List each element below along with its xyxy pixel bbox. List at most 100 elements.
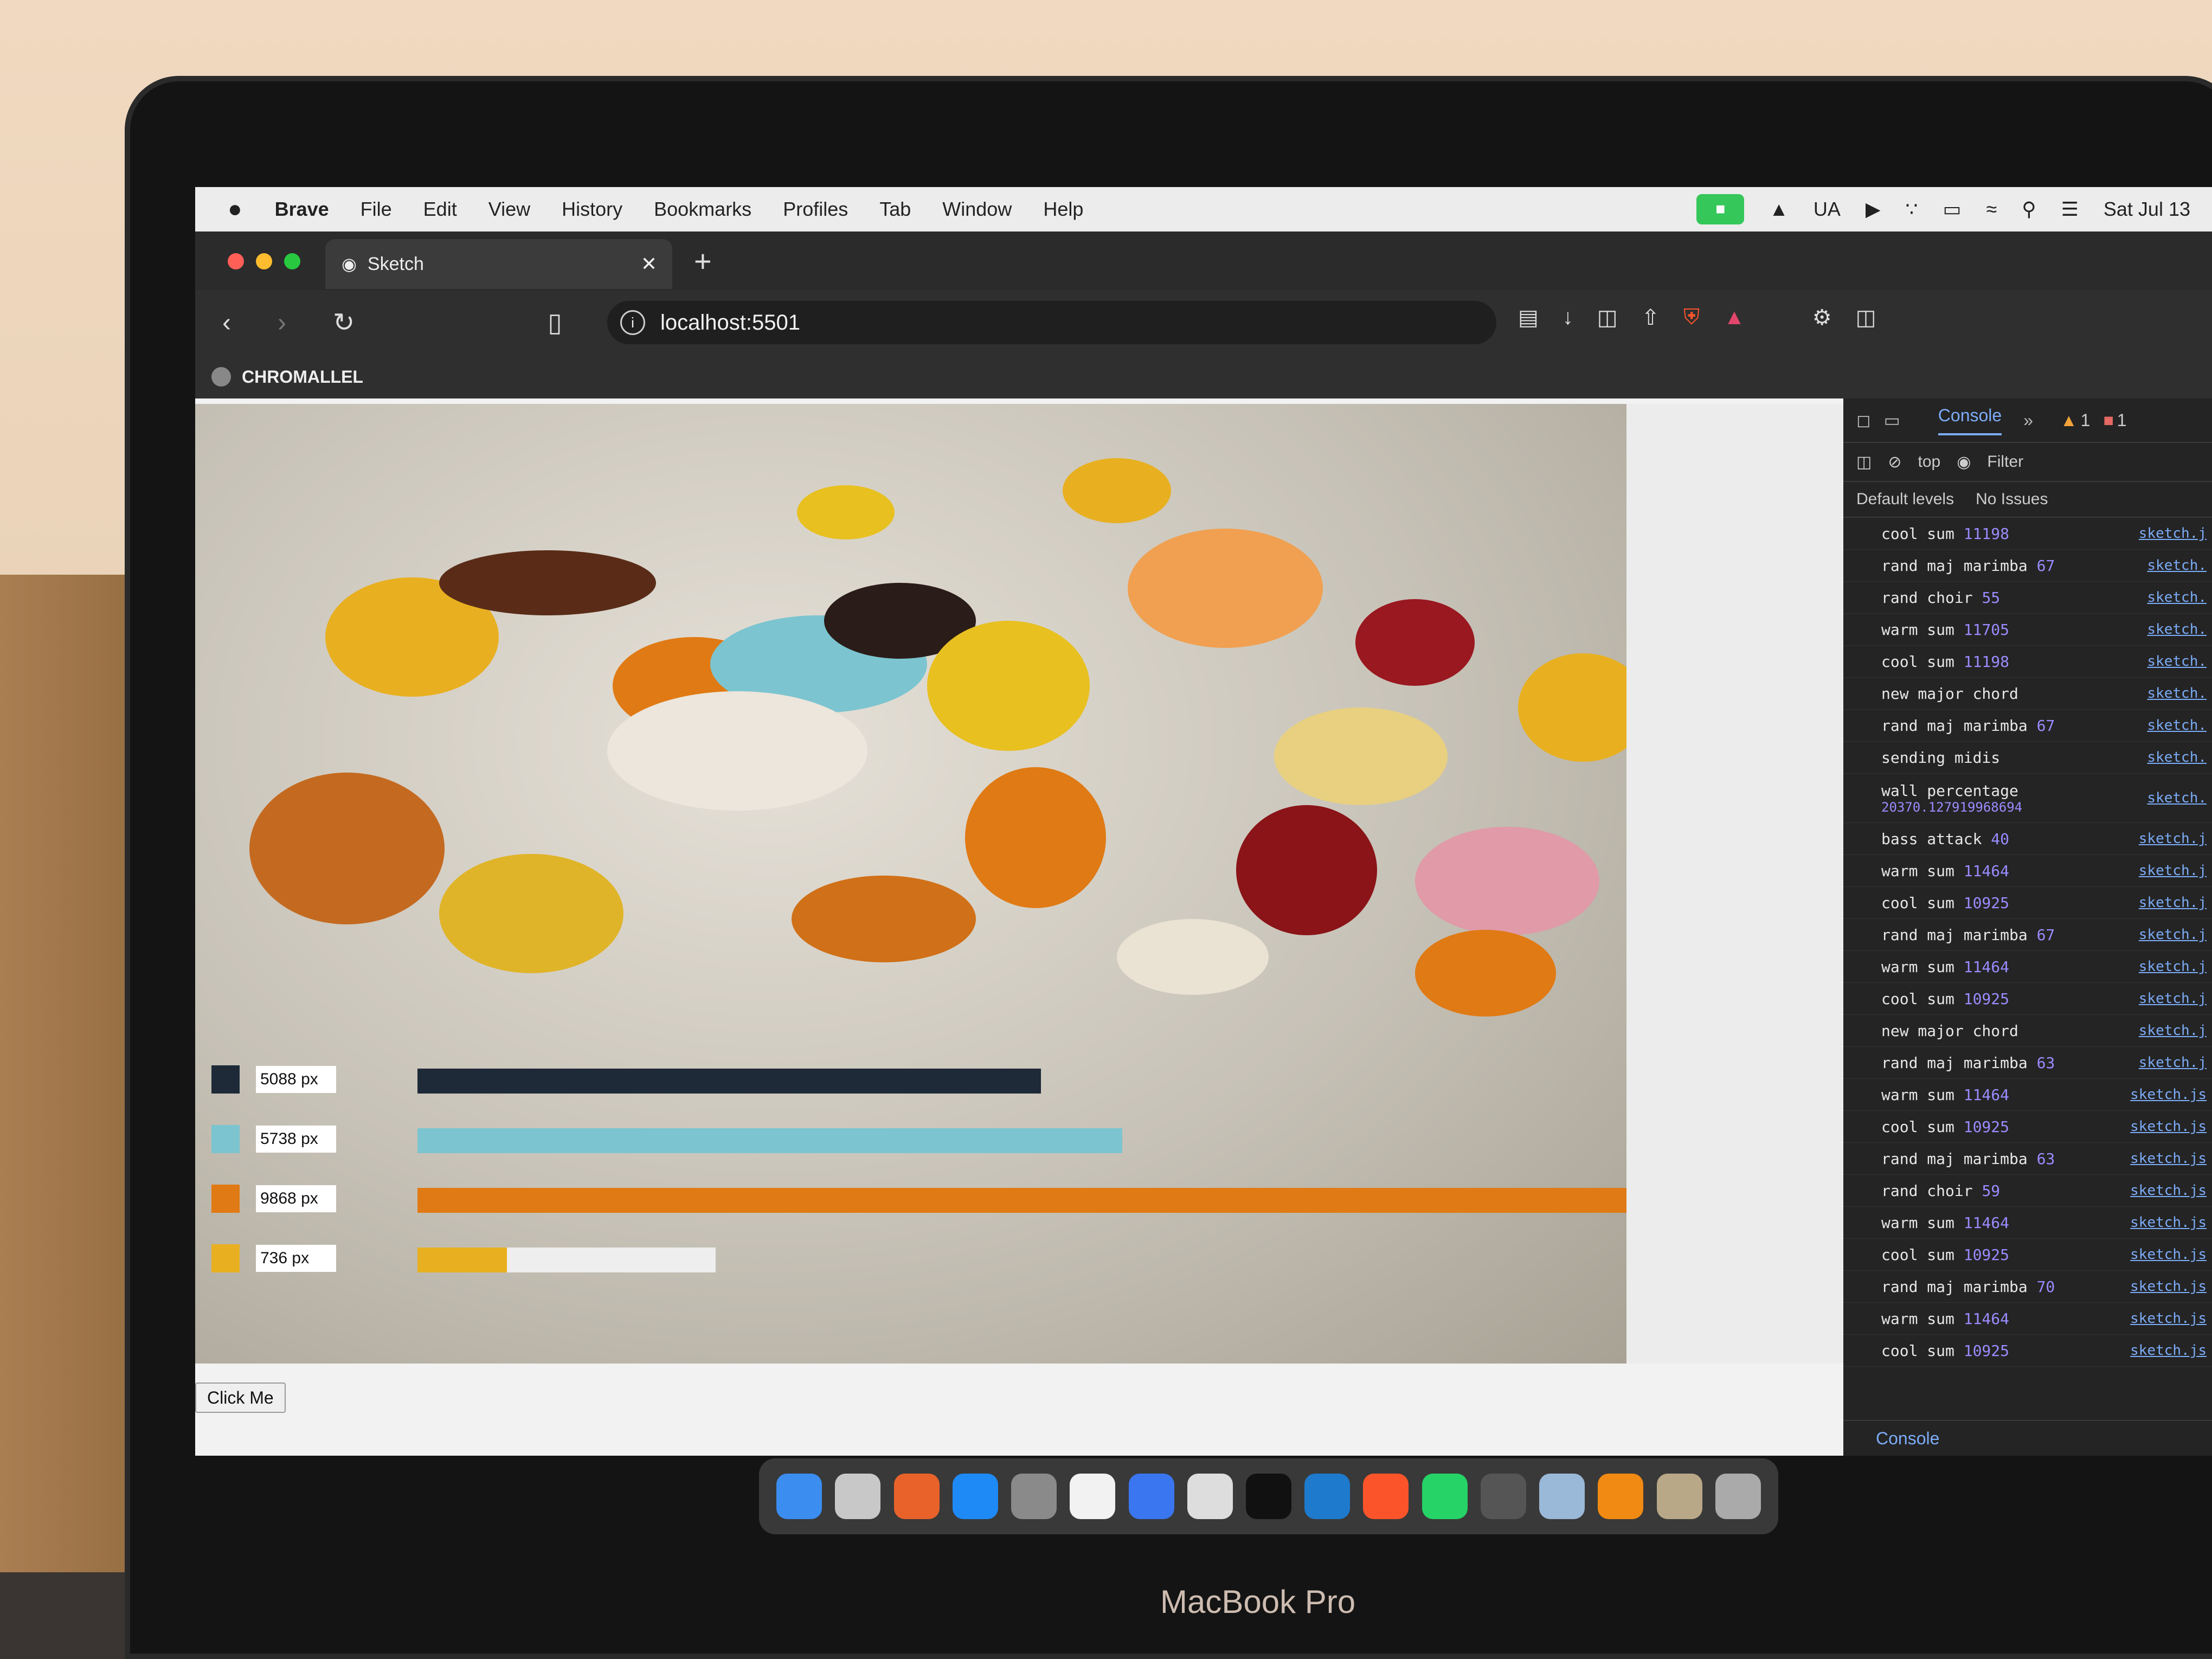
- log-source-link[interactable]: sketch.js: [2130, 1182, 2207, 1199]
- battery-icon[interactable]: ▭: [1943, 198, 1961, 221]
- menu-tab[interactable]: Tab: [879, 198, 911, 221]
- log-source-link[interactable]: sketch.: [2147, 749, 2207, 766]
- play-icon[interactable]: ▶: [1866, 198, 1881, 221]
- device-toggle-icon[interactable]: ▭: [1884, 410, 1900, 430]
- menu-view[interactable]: View: [488, 198, 530, 221]
- menu-bookmarks[interactable]: Bookmarks: [654, 198, 751, 221]
- apple-menu-icon[interactable]: ●: [228, 196, 242, 223]
- brave-shields-icon[interactable]: ⛨: [1683, 305, 1700, 330]
- log-source-link[interactable]: sketch.js: [2130, 1246, 2207, 1263]
- log-source-link[interactable]: sketch.j: [2139, 927, 2207, 943]
- terminal-icon[interactable]: [1245, 1474, 1291, 1519]
- click-me-button[interactable]: Click Me: [195, 1382, 286, 1413]
- menu-help[interactable]: Help: [1043, 198, 1083, 221]
- log-source-link[interactable]: sketch.: [2147, 717, 2207, 734]
- tab-sketch[interactable]: ◉ Sketch ✕: [325, 239, 672, 289]
- sidebar-icon[interactable]: ◫: [1856, 305, 1876, 330]
- log-source-link[interactable]: sketch.js: [2130, 1278, 2207, 1295]
- search-icon[interactable]: ⚲: [2022, 198, 2036, 221]
- filter-input[interactable]: Filter: [1987, 453, 2023, 471]
- brave-icon[interactable]: [1363, 1474, 1409, 1519]
- wifi-icon[interactable]: ≈: [1986, 198, 1997, 221]
- log-source-link[interactable]: sketch.j: [2139, 525, 2207, 542]
- log-source-link[interactable]: sketch.j: [2139, 831, 2207, 847]
- menu-file[interactable]: File: [361, 198, 392, 221]
- video-icon[interactable]: ▤: [1518, 305, 1539, 330]
- log-source-link[interactable]: sketch.js: [2130, 1214, 2207, 1231]
- control-center-icon[interactable]: ☰: [2061, 198, 2079, 221]
- clock-date[interactable]: Sat Jul 13: [2104, 198, 2190, 221]
- freeform-icon[interactable]: [1070, 1474, 1116, 1519]
- whatsapp-icon[interactable]: [1422, 1474, 1468, 1519]
- log-source-link[interactable]: sketch.js: [2130, 1118, 2207, 1135]
- minimize-window-button[interactable]: [256, 253, 272, 269]
- tab-console[interactable]: Console: [1938, 406, 2002, 435]
- vscode-icon[interactable]: [1304, 1474, 1351, 1519]
- calculator-icon[interactable]: [1480, 1474, 1526, 1519]
- app-store-icon[interactable]: [952, 1474, 998, 1519]
- log-source-link[interactable]: sketch.: [2147, 621, 2207, 638]
- firefox-icon[interactable]: [893, 1474, 940, 1519]
- log-source-link[interactable]: sketch.: [2147, 685, 2207, 702]
- launchpad-icon[interactable]: [835, 1474, 881, 1519]
- signal-icon[interactable]: [1128, 1474, 1174, 1519]
- log-source-link[interactable]: sketch.: [2147, 653, 2207, 670]
- menu-profiles[interactable]: Profiles: [783, 198, 848, 221]
- camera-indicator-icon[interactable]: ■: [1696, 194, 1745, 224]
- log-source-link[interactable]: sketch.js: [2130, 1086, 2207, 1103]
- log-source-link[interactable]: sketch.: [2147, 589, 2207, 606]
- bookmark-icon[interactable]: ▯: [548, 307, 562, 338]
- clear-console-icon[interactable]: ⊘: [1888, 453, 1901, 472]
- brave-rewards-icon[interactable]: ▲: [1724, 305, 1745, 330]
- log-source-link[interactable]: sketch.j: [2139, 863, 2207, 879]
- site-info-icon[interactable]: i: [620, 310, 645, 335]
- inspect-icon[interactable]: ◻: [1856, 410, 1871, 430]
- reload-icon[interactable]: ↻: [333, 307, 355, 338]
- log-source-link[interactable]: sketch.: [2147, 790, 2207, 806]
- warning-icon[interactable]: ▲: [2060, 410, 2078, 430]
- more-tabs-icon[interactable]: »: [2023, 410, 2033, 430]
- bookmark-chromallel[interactable]: CHROMALLEL: [242, 367, 363, 387]
- drawer-console-tab[interactable]: Console: [1843, 1420, 2212, 1456]
- menu-history[interactable]: History: [562, 198, 622, 221]
- address-bar[interactable]: i localhost:5501: [607, 301, 1496, 344]
- issues-label[interactable]: No Issues: [1976, 490, 2048, 509]
- vlc-icon[interactable]: [1598, 1474, 1644, 1519]
- log-source-link[interactable]: sketch.j: [2139, 959, 2207, 975]
- bluetooth-icon[interactable]: ∵: [1906, 198, 1918, 221]
- menu-brave[interactable]: Brave: [275, 198, 329, 221]
- log-source-link[interactable]: sketch.js: [2130, 1310, 2207, 1327]
- log-source-link[interactable]: sketch.js: [2130, 1150, 2207, 1167]
- log-source-link[interactable]: sketch.: [2147, 557, 2207, 574]
- context-select[interactable]: top: [1918, 453, 1941, 471]
- close-tab-icon[interactable]: ✕: [641, 253, 657, 275]
- zoom-window-button[interactable]: [284, 253, 300, 269]
- system-settings-icon[interactable]: [1011, 1474, 1057, 1519]
- menu-window[interactable]: Window: [942, 198, 1012, 221]
- columns-icon[interactable]: ◫: [1597, 305, 1618, 330]
- forward-icon[interactable]: ›: [278, 308, 286, 338]
- levels-select[interactable]: Default levels: [1856, 490, 1954, 509]
- close-window-button[interactable]: [228, 253, 244, 269]
- folder-icon[interactable]: [1656, 1474, 1702, 1519]
- trash-icon[interactable]: [1715, 1474, 1761, 1519]
- share-icon[interactable]: ⇧: [1642, 305, 1660, 330]
- back-icon[interactable]: ‹: [222, 308, 231, 338]
- new-tab-button[interactable]: +: [694, 243, 712, 279]
- preview-icon[interactable]: [1187, 1474, 1233, 1519]
- error-icon[interactable]: ■: [2103, 410, 2113, 430]
- log-source-link[interactable]: sketch.j: [2139, 991, 2207, 1007]
- vlc-menubar-icon[interactable]: ▲: [1769, 198, 1789, 221]
- log-source-link[interactable]: sketch.j: [2139, 1023, 2207, 1039]
- extensions-icon[interactable]: ⚙: [1812, 305, 1832, 330]
- download-icon[interactable]: ↓: [1562, 305, 1573, 330]
- eye-icon[interactable]: ◉: [1957, 453, 1971, 472]
- sidebar-toggle-icon[interactable]: ◫: [1856, 453, 1872, 472]
- log-source-link[interactable]: sketch.j: [2139, 1054, 2207, 1071]
- log-source-link[interactable]: sketch.j: [2139, 895, 2207, 911]
- menu-edit[interactable]: Edit: [423, 198, 457, 221]
- finder-icon[interactable]: [776, 1474, 822, 1519]
- finder-window-icon[interactable]: [1539, 1474, 1585, 1519]
- ua-status[interactable]: UA: [1814, 198, 1841, 221]
- sketch-canvas[interactable]: 5088 px 5738 px 9868 px 736 px: [195, 404, 1626, 1364]
